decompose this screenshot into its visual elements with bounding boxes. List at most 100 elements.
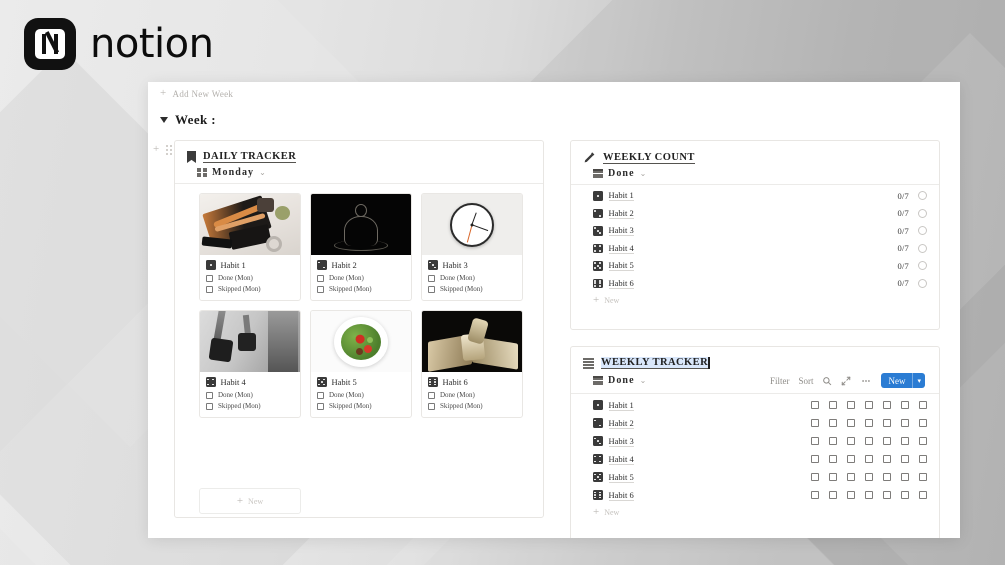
new-button[interactable]: New ▾ [881, 373, 925, 388]
checkbox[interactable] [206, 402, 213, 410]
chevron-down-icon[interactable]: ⌄ [259, 168, 266, 177]
checkbox[interactable] [317, 391, 324, 399]
search-icon[interactable] [822, 376, 832, 386]
weekly-tracker-title[interactable]: WEEKLY TRACKER [601, 357, 709, 369]
card-done-checkbox-row[interactable]: Done (Mon) [206, 274, 294, 282]
chevron-down-icon[interactable]: ⌄ [640, 376, 647, 385]
checkbox[interactable] [828, 472, 837, 482]
habit-card[interactable]: Habit 3 Done (Mon) Skipped (Mon) [421, 193, 523, 301]
weekly-count-title[interactable]: WEEKLY COUNT [603, 152, 695, 164]
table-row[interactable]: Habit 4 [593, 450, 927, 468]
habit-card[interactable]: Habit 1 Done (Mon) Skipped (Mon) [199, 193, 301, 301]
table-row[interactable]: Habit 3 0/7 [593, 222, 927, 240]
more-options-icon[interactable] [860, 376, 872, 386]
checkbox[interactable] [918, 490, 927, 500]
checkbox[interactable] [828, 418, 837, 428]
checkbox[interactable] [828, 436, 837, 446]
checkbox[interactable] [810, 400, 819, 410]
checkbox[interactable] [846, 472, 855, 482]
checkbox[interactable] [846, 490, 855, 500]
checkbox[interactable] [846, 400, 855, 410]
card-skipped-checkbox-row[interactable]: Skipped (Mon) [317, 285, 405, 293]
daily-tracker-new-card-button[interactable]: + New [199, 488, 301, 514]
habit-card[interactable]: Habit 4 Done (Mon) Skipped (Mon) [199, 310, 301, 418]
checkbox[interactable] [828, 454, 837, 464]
checkbox[interactable] [882, 454, 891, 464]
checkbox[interactable] [206, 285, 213, 293]
table-row[interactable]: Habit 6 [593, 486, 927, 504]
checkbox[interactable] [864, 472, 873, 482]
table-row[interactable]: Habit 2 0/7 [593, 205, 927, 223]
weekly-count-view-name[interactable]: Done [608, 168, 635, 179]
card-skipped-checkbox-row[interactable]: Skipped (Mon) [428, 285, 516, 293]
weekly-tracker-new-row-button[interactable]: + New [593, 504, 927, 518]
checkbox[interactable] [918, 400, 927, 410]
checkbox[interactable] [900, 418, 909, 428]
checkbox[interactable] [206, 274, 213, 282]
checkbox[interactable] [882, 400, 891, 410]
checkbox[interactable] [918, 436, 927, 446]
checkbox[interactable] [428, 402, 435, 410]
table-row[interactable]: Habit 5 0/7 [593, 257, 927, 275]
checkbox[interactable] [846, 436, 855, 446]
card-done-checkbox-row[interactable]: Done (Mon) [428, 391, 516, 399]
card-skipped-checkbox-row[interactable]: Skipped (Mon) [206, 285, 294, 293]
checkbox[interactable] [317, 285, 324, 293]
checkbox[interactable] [428, 274, 435, 282]
add-new-week-button[interactable]: + Add New Week [160, 88, 233, 99]
drag-handle-icon[interactable] [166, 144, 173, 155]
habit-card[interactable]: Habit 6 Done (Mon) Skipped (Mon) [421, 310, 523, 418]
checkbox[interactable] [900, 454, 909, 464]
checkbox[interactable] [918, 418, 927, 428]
block-handles[interactable]: + [153, 144, 173, 155]
filter-button[interactable]: Filter [770, 376, 790, 386]
daily-tracker-title[interactable]: DAILY TRACKER [203, 151, 297, 163]
checkbox[interactable] [882, 472, 891, 482]
table-row[interactable]: Habit 5 [593, 468, 927, 486]
daily-tracker-view-name[interactable]: Monday [212, 167, 254, 178]
checkbox[interactable] [864, 436, 873, 446]
table-row[interactable]: Habit 1 0/7 [593, 187, 927, 205]
weekly-count-new-row-button[interactable]: + New [593, 292, 927, 306]
card-skipped-checkbox-row[interactable]: Skipped (Mon) [317, 402, 405, 410]
checkbox[interactable] [428, 285, 435, 293]
checkbox[interactable] [900, 472, 909, 482]
chevron-down-icon[interactable]: ▾ [913, 377, 925, 385]
table-row[interactable]: Habit 3 [593, 432, 927, 450]
card-skipped-checkbox-row[interactable]: Skipped (Mon) [428, 402, 516, 410]
checkbox[interactable] [428, 391, 435, 399]
checkbox[interactable] [900, 400, 909, 410]
table-row[interactable]: Habit 6 0/7 [593, 275, 927, 293]
checkbox[interactable] [846, 418, 855, 428]
checkbox[interactable] [810, 436, 819, 446]
card-skipped-checkbox-row[interactable]: Skipped (Mon) [206, 402, 294, 410]
checkbox[interactable] [828, 490, 837, 500]
checkbox[interactable] [810, 454, 819, 464]
card-done-checkbox-row[interactable]: Done (Mon) [206, 391, 294, 399]
checkbox[interactable] [864, 418, 873, 428]
checkbox[interactable] [900, 490, 909, 500]
checkbox[interactable] [918, 454, 927, 464]
checkbox[interactable] [864, 400, 873, 410]
checkbox[interactable] [810, 490, 819, 500]
checkbox[interactable] [882, 418, 891, 428]
card-done-checkbox-row[interactable]: Done (Mon) [317, 391, 405, 399]
checkbox[interactable] [882, 436, 891, 446]
sort-button[interactable]: Sort [798, 376, 813, 386]
checkbox[interactable] [317, 274, 324, 282]
add-block-icon[interactable]: + [153, 144, 159, 155]
checkbox[interactable] [206, 391, 213, 399]
checkbox[interactable] [882, 490, 891, 500]
card-done-checkbox-row[interactable]: Done (Mon) [428, 274, 516, 282]
weekly-tracker-view-name[interactable]: Done [608, 375, 635, 386]
table-row[interactable]: Habit 1 [593, 396, 927, 414]
chevron-down-icon[interactable]: ⌄ [640, 169, 647, 178]
checkbox[interactable] [864, 490, 873, 500]
card-done-checkbox-row[interactable]: Done (Mon) [317, 274, 405, 282]
checkbox[interactable] [317, 402, 324, 410]
checkbox[interactable] [864, 454, 873, 464]
checkbox[interactable] [900, 436, 909, 446]
habit-card[interactable]: Habit 2 Done (Mon) Skipped (Mon) [310, 193, 412, 301]
checkbox[interactable] [810, 472, 819, 482]
table-row[interactable]: Habit 2 [593, 414, 927, 432]
